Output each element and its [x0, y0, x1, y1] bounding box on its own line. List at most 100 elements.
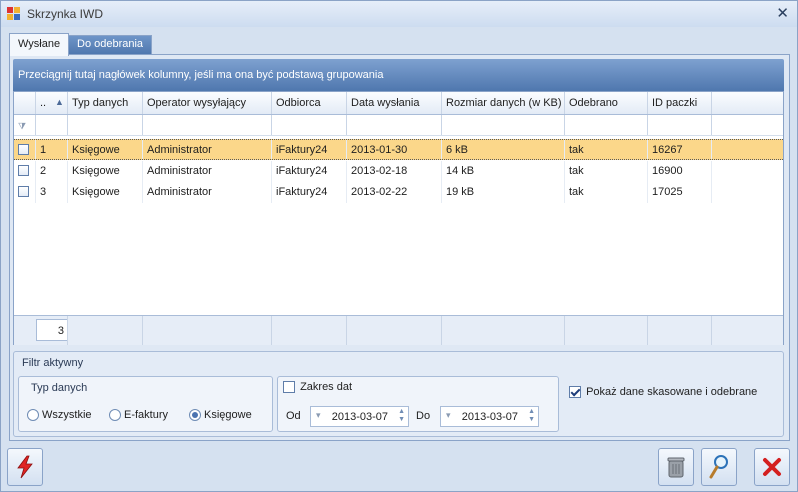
cell-operator: Administrator	[143, 182, 272, 203]
cell-typ: Księgowe	[68, 161, 143, 182]
cell-odebrano: tak	[565, 161, 648, 182]
cell-data: 2013-01-30	[347, 140, 442, 159]
do-date-value: 2013-03-07	[461, 411, 518, 423]
cell-odbiorca: iFaktury24	[272, 140, 347, 159]
row-select-cell[interactable]	[14, 182, 36, 203]
row-checkbox[interactable]	[18, 165, 29, 176]
pokaz-check[interactable]	[569, 386, 581, 399]
auto-filter-row[interactable]: ⧩	[14, 115, 783, 136]
cell-odebrano: tak	[565, 140, 648, 159]
filter-cell[interactable]	[68, 115, 143, 135]
filter-cell[interactable]	[442, 115, 565, 135]
radio-wszystkie[interactable]: Wszystkie	[27, 409, 92, 423]
header-empty	[712, 92, 783, 114]
footer-cell	[648, 316, 712, 345]
tab-do-odebrania[interactable]: Do odebrania	[68, 35, 153, 55]
send-button[interactable]	[7, 448, 43, 486]
radio-dot[interactable]	[27, 409, 39, 422]
title-bar: Skrzynka IWD ✕	[1, 1, 797, 27]
filter-cell[interactable]	[648, 115, 712, 135]
cell-typ: Księgowe	[68, 182, 143, 203]
radio-dot-selected[interactable]	[189, 409, 201, 422]
dropdown-icon[interactable]: ▾	[316, 410, 321, 421]
header-data-wyslania[interactable]: Data wysłania	[347, 92, 442, 114]
filter-cell[interactable]	[347, 115, 442, 135]
filter-cell[interactable]	[565, 115, 648, 135]
dropdown-icon[interactable]: ▾	[446, 410, 451, 421]
magnifier-icon	[709, 455, 728, 479]
skrzynka-iwd-window: Skrzynka IWD ✕ Wysłane Do odebrania Prze…	[0, 0, 798, 492]
table-row[interactable]: 1 Księgowe Administrator iFaktury24 2013…	[14, 139, 783, 160]
row-checkbox[interactable]	[18, 186, 29, 197]
zakres-dat-label: Zakres dat	[300, 381, 353, 394]
zakres-dat-check[interactable]	[283, 381, 295, 394]
footer-cell	[143, 316, 272, 345]
filter-row-icon-cell: ⧩	[14, 115, 36, 135]
row-select-cell[interactable]	[14, 140, 36, 159]
spin-icon[interactable]: ▲ ▼	[528, 408, 535, 424]
filter-panel: Filtr aktywny Typ danych Wszystkie E-fak…	[13, 351, 784, 437]
group-by-panel[interactable]: Przeciągnij tutaj nagłówek kolumny, jeśl…	[13, 59, 784, 91]
od-date-picker[interactable]: ▾ 2013-03-07 ▲ ▼	[310, 406, 409, 427]
cell-id: 17025	[648, 182, 712, 203]
table-row[interactable]: 2 Księgowe Administrator iFaktury24 2013…	[14, 161, 783, 182]
header-odbiorca[interactable]: Odbiorca	[272, 92, 347, 114]
zakres-dat-checkbox[interactable]: Zakres dat	[283, 381, 353, 394]
row-checkbox[interactable]	[18, 144, 29, 155]
cell-typ: Księgowe	[68, 140, 143, 159]
filter-panel-title: Filtr aktywny	[22, 357, 84, 369]
radio-dot[interactable]	[109, 409, 121, 422]
sort-ascending-icon: ▲	[55, 97, 64, 107]
header-rozmiar[interactable]: Rozmiar danych (w KB)	[442, 92, 565, 114]
table-row[interactable]: 3 Księgowe Administrator iFaktury24 2013…	[14, 182, 783, 203]
typ-danych-group: Typ danych Wszystkie E-faktury Księgowe	[18, 376, 273, 432]
pokaz-label: Pokaż dane skasowane i odebrane	[586, 386, 758, 399]
filter-icon: ⧩	[18, 121, 27, 131]
cell-rozmiar: 14 kB	[442, 161, 565, 182]
cell-odbiorca: iFaktury24	[272, 182, 347, 203]
cell-lp: 2	[36, 161, 68, 182]
zakres-dat-group: Zakres dat Od ▾ 2013-03-07 ▲ ▼ Do ▾ 2013-…	[277, 376, 559, 432]
preview-button[interactable]	[701, 448, 737, 486]
filter-cell[interactable]	[272, 115, 347, 135]
cell-operator: Administrator	[143, 140, 272, 159]
cell-lp: 3	[36, 182, 68, 203]
footer-cell	[272, 316, 347, 345]
cancel-x-icon	[763, 458, 781, 476]
row-count: 3	[36, 319, 67, 341]
header-lp[interactable]: .. ▲	[36, 92, 68, 114]
cell-rozmiar: 6 kB	[442, 140, 565, 159]
header-typ-danych[interactable]: Typ danych	[68, 92, 143, 114]
header-operator[interactable]: Operator wysyłający	[143, 92, 272, 114]
window-title: Skrzynka IWD	[27, 7, 104, 21]
tab-wyslane[interactable]: Wysłane	[9, 33, 70, 56]
cell-odbiorca: iFaktury24	[272, 161, 347, 182]
cell-data: 2013-02-22	[347, 182, 442, 203]
radio-ksiegowe[interactable]: Księgowe	[189, 409, 252, 423]
cell-id: 16900	[648, 161, 712, 182]
header-lp-label: ..	[40, 97, 47, 109]
close-icon[interactable]: ✕	[776, 4, 789, 22]
delete-button[interactable]	[658, 448, 694, 486]
do-date-picker[interactable]: ▾ 2013-03-07 ▲ ▼	[440, 406, 539, 427]
filter-cell[interactable]	[143, 115, 272, 135]
pokaz-skasowane-checkbox[interactable]: Pokaż dane skasowane i odebrane	[569, 386, 758, 399]
cancel-button[interactable]	[754, 448, 790, 486]
cell-data: 2013-02-18	[347, 161, 442, 182]
footer-count-cell: 3	[14, 316, 68, 345]
cell-odebrano: tak	[565, 182, 648, 203]
footer-cell	[347, 316, 442, 345]
radio-e-faktury[interactable]: E-faktury	[109, 409, 168, 423]
header-odebrano[interactable]: Odebrano	[565, 92, 648, 114]
cell-operator: Administrator	[143, 161, 272, 182]
cell-lp: 1	[36, 140, 68, 159]
filter-cell[interactable]	[36, 115, 68, 135]
radio-label: E-faktury	[124, 409, 169, 422]
lightning-icon	[17, 455, 33, 479]
grid-header: .. ▲ Typ danych Operator wysyłający Odbi…	[14, 92, 783, 115]
header-id-paczki[interactable]: ID paczki	[648, 92, 712, 114]
row-select-cell[interactable]	[14, 161, 36, 182]
spin-icon[interactable]: ▲ ▼	[398, 408, 405, 424]
grid-footer: 3	[14, 315, 783, 345]
data-grid: .. ▲ Typ danych Operator wysyłający Odbi…	[13, 91, 784, 345]
